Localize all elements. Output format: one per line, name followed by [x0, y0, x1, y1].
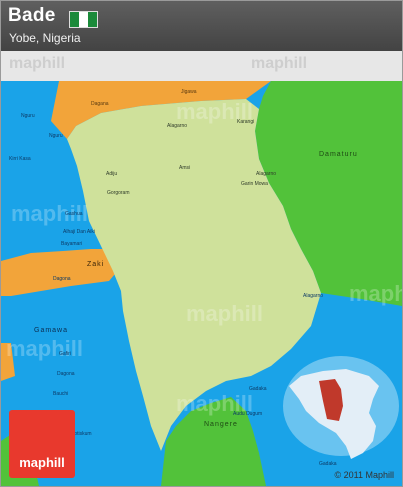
region-label: Gamawa	[34, 327, 69, 334]
maphill-logo[interactable]: maphill	[9, 410, 75, 478]
place-label: Gorgoram	[107, 190, 130, 196]
region-label: Damaturu	[319, 151, 358, 158]
place-label: Nguru	[49, 133, 63, 139]
place-label: Audu Dugum	[233, 411, 263, 417]
header-bar: Bade Yobe, Nigeria	[1, 1, 402, 51]
northern-strip: maphill maphill	[1, 51, 402, 81]
map-frame: Bade Yobe, Nigeria maphill maphill maphi…	[0, 0, 403, 487]
map-title: Bade	[8, 5, 56, 26]
place-label: Amsi	[179, 165, 191, 171]
flag-stripe-left	[70, 12, 79, 27]
place-label: Dagana	[91, 101, 109, 107]
watermark: maphill	[251, 55, 308, 72]
place-label: Nguru	[21, 113, 35, 119]
place-label: Gadaka	[249, 386, 267, 392]
place-label: Gadaka	[319, 461, 337, 467]
place-label: Jigawa	[181, 89, 197, 95]
place-label: Bayamari	[61, 241, 83, 247]
watermark: maphill	[9, 55, 66, 72]
place-label: Gashua	[65, 211, 83, 217]
place-label: Garin Mowa	[241, 181, 268, 187]
region-label: Nangere	[204, 421, 238, 428]
place-label: Kirri Kasa	[9, 156, 31, 162]
place-label: Alagarno	[303, 293, 324, 299]
place-label: Alagarno	[167, 123, 188, 129]
place-label: Alagarno	[256, 171, 277, 177]
place-label: Dagona	[57, 371, 75, 377]
flag-stripe-middle	[79, 12, 88, 27]
place-label: Dagona	[53, 276, 71, 282]
nigeria-flag-icon	[69, 11, 98, 28]
place-label: Adiju	[106, 171, 118, 177]
copyright-notice: © 2011 Maphill	[334, 470, 395, 480]
flag-stripe-right	[88, 12, 97, 27]
region-label: Zaki	[87, 261, 105, 268]
place-label: Alhaji Dan Aiki	[63, 229, 95, 235]
logo-text: maphill	[19, 455, 65, 470]
place-label: Gafiri	[59, 351, 71, 357]
map-subtitle: Yobe, Nigeria	[9, 31, 81, 45]
place-label: Bauchi	[53, 391, 69, 397]
place-label: Karangi	[237, 119, 255, 125]
